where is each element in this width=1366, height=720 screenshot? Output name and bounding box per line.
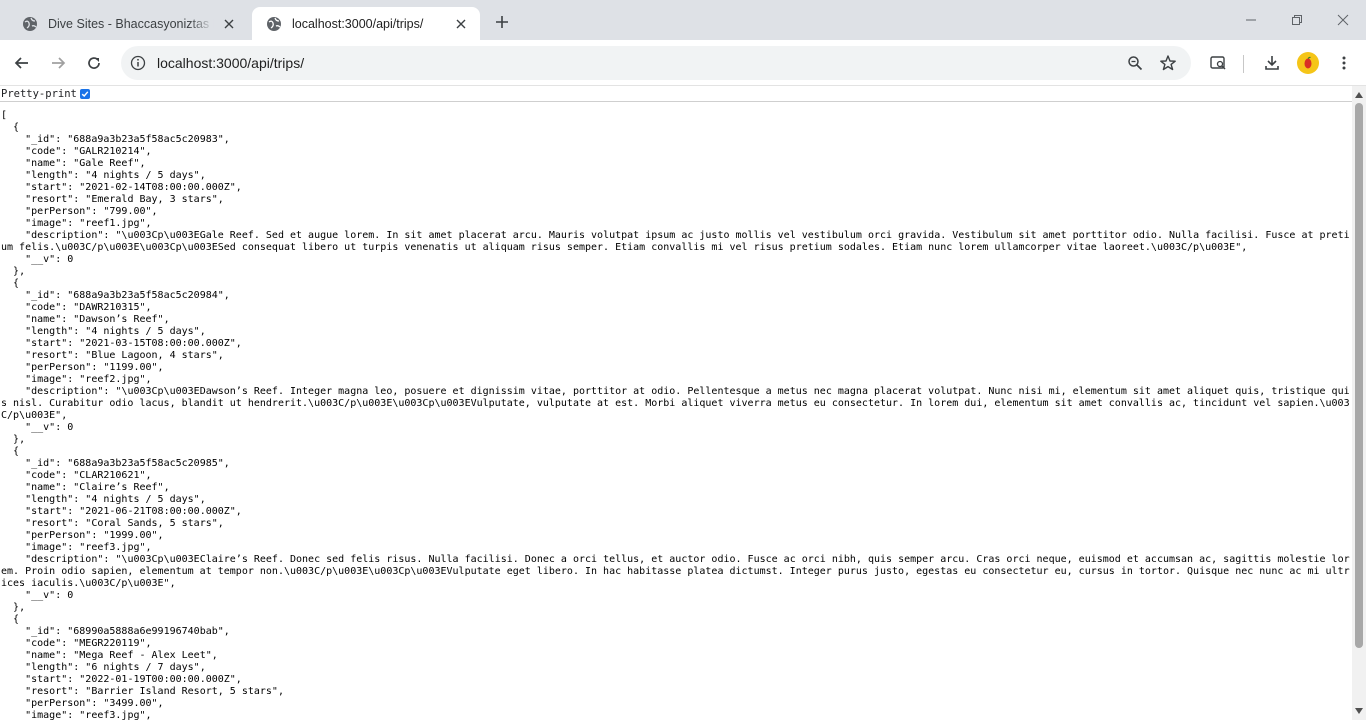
- json-line: },: [1, 602, 26, 613]
- reload-button[interactable]: [80, 49, 108, 77]
- scroll-up-arrow-icon[interactable]: [1352, 88, 1366, 102]
- tab-api-trips[interactable]: localhost:3000/api/trips/: [252, 7, 480, 40]
- json-line: {: [1, 614, 20, 625]
- browser-toolbar: localhost:3000/api/trips/: [0, 40, 1366, 86]
- close-tab-icon[interactable]: [452, 15, 470, 33]
- json-viewer: [ { "_id": "688a9a3b23a5f58ac5c20983", "…: [0, 102, 1352, 720]
- json-line: {: [1, 278, 20, 289]
- json-line: "resort": "Barrier Island Resort, 5 star…: [1, 686, 284, 697]
- json-line: "description": "\u003Cp\u003EDawson’s Re…: [1, 386, 1350, 421]
- json-line: "perPerson": "799.00",: [1, 206, 158, 217]
- json-line: "perPerson": "1199.00",: [1, 362, 164, 373]
- json-line: "_id": "688a9a3b23a5f58ac5c20983",: [1, 134, 230, 145]
- cast-search-button[interactable]: [1204, 49, 1232, 77]
- zoom-icon[interactable]: [1123, 51, 1147, 75]
- json-line: "code": "CLAR210621",: [1, 470, 152, 481]
- json-line: "resort": "Coral Sands, 5 stars",: [1, 518, 224, 529]
- profile-icon: [1304, 56, 1312, 69]
- json-line: "perPerson": "3499.00",: [1, 698, 164, 709]
- checkmark-icon: [81, 90, 89, 97]
- address-bar[interactable]: localhost:3000/api/trips/: [121, 46, 1191, 80]
- kebab-menu-icon: [1342, 56, 1346, 70]
- json-line: "__v": 0: [1, 590, 74, 601]
- minimize-button[interactable]: [1228, 0, 1274, 40]
- scrollbar-thumb[interactable]: [1355, 103, 1363, 648]
- globe-icon: [266, 16, 282, 32]
- json-line: "start": "2022-01-19T00:00:00.000Z",: [1, 674, 242, 685]
- tab-strip: Dive Sites - Bhaccasyoniztas Beach Resor…: [0, 0, 1366, 40]
- download-icon: [1265, 56, 1279, 70]
- json-line: "code": "GALR210214",: [1, 146, 152, 157]
- profile-avatar[interactable]: [1297, 52, 1319, 74]
- json-line: "name": "Mega Reef - Alex Leet",: [1, 650, 218, 661]
- json-line: "_id": "688a9a3b23a5f58ac5c20984",: [1, 290, 230, 301]
- json-line: "start": "2021-06-21T08:00:00.000Z",: [1, 506, 242, 517]
- json-line: },: [1, 434, 26, 445]
- json-line: "length": "4 nights / 5 days",: [1, 494, 206, 505]
- close-tab-icon[interactable]: [220, 15, 238, 33]
- json-line: "length": "4 nights / 5 days",: [1, 326, 206, 337]
- json-line: "name": "Gale Reef",: [1, 158, 146, 169]
- tab-title: localhost:3000/api/trips/: [292, 16, 424, 31]
- json-line: "_id": "688a9a3b23a5f58ac5c20985",: [1, 458, 230, 469]
- json-line: "image": "reef3.jpg",: [1, 542, 152, 553]
- arrow-right-icon: [52, 57, 66, 69]
- json-line: {: [1, 122, 20, 133]
- json-line: "perPerson": "1999.00",: [1, 530, 164, 541]
- back-button[interactable]: [8, 49, 36, 77]
- toolbar-separator: [1243, 55, 1244, 73]
- json-line: "start": "2021-03-15T08:00:00.000Z",: [1, 338, 242, 349]
- url-text[interactable]: localhost:3000/api/trips/: [157, 55, 304, 71]
- json-line: "image": "reef3.jpg",: [1, 710, 152, 720]
- forward-button[interactable]: [44, 49, 72, 77]
- arrow-left-icon: [14, 57, 28, 69]
- vertical-scrollbar[interactable]: [1352, 86, 1366, 720]
- info-icon[interactable]: [129, 54, 147, 72]
- pretty-print-label: Pretty-print: [1, 87, 77, 100]
- reload-icon: [88, 57, 100, 69]
- close-icon: [1337, 14, 1349, 26]
- downloads-button[interactable]: [1258, 49, 1286, 77]
- menu-button[interactable]: [1330, 49, 1358, 77]
- tab-title: Dive Sites - Bhaccasyoniztas Beach Resor…: [48, 16, 214, 31]
- json-line: "__v": 0: [1, 422, 74, 433]
- json-line: {: [1, 446, 20, 457]
- json-line: "code": "DAWR210315",: [1, 302, 152, 313]
- json-line: "image": "reef1.jpg",: [1, 218, 152, 229]
- json-line: "__v": 0: [1, 254, 74, 265]
- json-line: "image": "reef2.jpg",: [1, 374, 152, 385]
- bookmark-star-icon[interactable]: [1156, 51, 1180, 75]
- json-line: "name": "Claire’s Reef",: [1, 482, 170, 493]
- plus-icon: [496, 16, 508, 28]
- restore-icon: [1292, 15, 1302, 25]
- json-line: "length": "4 nights / 5 days",: [1, 170, 206, 181]
- restore-button[interactable]: [1274, 0, 1320, 40]
- globe-icon: [22, 16, 38, 32]
- json-line: "name": "Dawson’s Reef",: [1, 314, 170, 325]
- scroll-down-arrow-icon[interactable]: [1352, 704, 1366, 718]
- json-line: "description": "\u003Cp\u003EClaire’s Re…: [1, 554, 1350, 589]
- page-content: Pretty-print [ { "_id": "688a9a3b23a5f58…: [0, 86, 1352, 720]
- pretty-print-bar: Pretty-print: [0, 86, 1352, 102]
- minimize-icon: [1246, 19, 1256, 21]
- json-line: "start": "2021-02-14T08:00:00.000Z",: [1, 182, 242, 193]
- tab-dive-sites[interactable]: Dive Sites - Bhaccasyoniztas Beach Resor…: [8, 7, 248, 40]
- pretty-print-checkbox[interactable]: [79, 88, 90, 99]
- json-line: [: [1, 110, 8, 121]
- json-line: "description": "\u003Cp\u003EGale Reef. …: [1, 230, 1350, 253]
- json-line: "resort": "Blue Lagoon, 4 stars",: [1, 350, 224, 361]
- json-line: "code": "MEGR220119",: [1, 638, 152, 649]
- tab-search-icon: [1210, 56, 1226, 70]
- json-line: },: [1, 266, 26, 277]
- json-line: "length": "6 nights / 7 days",: [1, 662, 206, 673]
- close-window-button[interactable]: [1320, 0, 1366, 40]
- json-line: "resort": "Emerald Bay, 3 stars",: [1, 194, 224, 205]
- new-tab-button[interactable]: [490, 10, 514, 34]
- json-line: "_id": "68990a5888a6e99196740bab",: [1, 626, 230, 637]
